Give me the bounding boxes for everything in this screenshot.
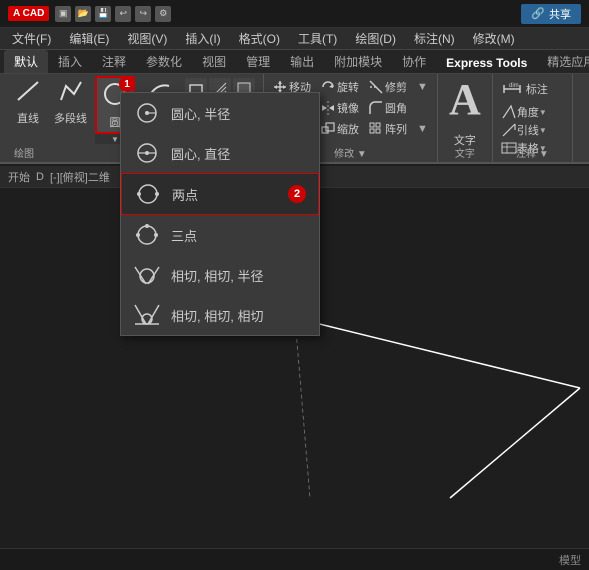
circle-ttr-icon: [133, 261, 161, 289]
app-logo: A CAD: [8, 6, 49, 21]
extra-icon[interactable]: ⚙: [155, 6, 171, 22]
circle-three-point-item[interactable]: 三点: [121, 215, 319, 255]
circle-three-point-label: 三点: [171, 226, 197, 245]
circle-ttr-item[interactable]: 相切, 相切, 半径: [121, 255, 319, 295]
dim-tool-btn[interactable]: dim 标注: [501, 78, 564, 100]
breadcrumb-view: [-][俯视]二维: [50, 169, 110, 185]
menu-draw[interactable]: 绘图(D): [347, 28, 404, 49]
scale-btn[interactable]: 缩放: [318, 120, 362, 138]
two-point-badge: 2: [288, 185, 306, 203]
tab-default[interactable]: 默认: [4, 50, 48, 73]
new-file-icon[interactable]: ▣: [55, 6, 71, 22]
circle-ttt-icon: [133, 301, 161, 329]
text-group: A 文字 文字: [438, 74, 493, 162]
dim-label: 标注: [526, 81, 548, 97]
tab-insert[interactable]: 插入: [48, 50, 92, 73]
title-bar-icons: ▣ 📂 💾 ↩ ↪ ⚙: [55, 6, 171, 22]
circle-three-point-icon: [133, 221, 161, 249]
svg-text:dim: dim: [509, 83, 519, 89]
annotation-group-label: 注释 ▼: [493, 145, 572, 160]
circle-ttr-label: 相切, 相切, 半径: [171, 266, 263, 285]
text-tool-btn[interactable]: A: [449, 78, 481, 122]
angle-btn[interactable]: 角度 ▼: [501, 104, 564, 120]
circle-ttt-label: 相切, 相切, 相切: [171, 306, 263, 325]
menu-modify[interactable]: 修改(M): [465, 28, 523, 49]
save-icon[interactable]: 💾: [95, 6, 111, 22]
status-model: 模型: [559, 552, 581, 568]
menu-view[interactable]: 视图(V): [119, 28, 175, 49]
annotation-group: dim 标注 角度 ▼ 引线 ▼ 表格 ▼ 注释 ▼: [493, 74, 573, 162]
tab-view[interactable]: 视图: [192, 50, 236, 73]
circle-center-diameter-label: 圆心, 直径: [171, 144, 230, 163]
mirror-btn[interactable]: 镜像: [318, 99, 362, 117]
array-btn[interactable]: 阵列: [366, 120, 410, 138]
polyline-tool[interactable]: 多段线: [48, 74, 93, 162]
redo-icon[interactable]: ↪: [135, 6, 151, 22]
circle-two-point-item[interactable]: 两点 2: [121, 173, 319, 215]
open-file-icon[interactable]: 📂: [75, 6, 91, 22]
tab-manage[interactable]: 管理: [236, 50, 280, 73]
line-label: 直线: [17, 110, 39, 126]
circle-center-radius-item[interactable]: 圆心, 半径: [121, 93, 319, 133]
circle-ttt-item[interactable]: 相切, 相切, 相切: [121, 295, 319, 335]
menu-insert[interactable]: 插入(I): [177, 28, 228, 49]
fillet-btn[interactable]: 圆角: [366, 99, 410, 117]
circle-dropdown-arrow: ▼: [111, 135, 119, 144]
circle-flyout-menu: 圆心, 半径 圆心, 直径 两点 2: [120, 92, 320, 336]
breadcrumb-sep: D: [36, 171, 44, 183]
more-btn-2[interactable]: ▼: [414, 120, 431, 138]
more-btn-1[interactable]: ▼: [414, 78, 431, 96]
ribbon-tabs: 默认 插入 注释 参数化 视图 管理 输出 附加模块 协作 Express To…: [0, 50, 589, 74]
menu-dimension[interactable]: 标注(N): [406, 28, 463, 49]
draw-group-label: 绘图: [14, 145, 34, 160]
trim-btn[interactable]: 修剪: [366, 78, 410, 96]
title-bar: A CAD ▣ 📂 💾 ↩ ↪ ⚙ 🔗 共享: [0, 0, 589, 28]
circle-two-point-label: 两点: [172, 185, 198, 204]
rotate-btn[interactable]: 旋转: [318, 78, 362, 96]
line-icon: [15, 78, 41, 108]
text-group-label: 文字: [438, 145, 492, 160]
tab-parametric[interactable]: 参数化: [136, 50, 192, 73]
menu-edit[interactable]: 编辑(E): [61, 28, 117, 49]
tab-output[interactable]: 输出: [280, 50, 324, 73]
status-bar: 模型: [0, 548, 589, 570]
circle-badge: 1: [119, 76, 135, 92]
menu-format[interactable]: 格式(O): [231, 28, 288, 49]
circle-center-radius-label: 圆心, 半径: [171, 104, 230, 123]
tab-addon[interactable]: 附加模块: [324, 50, 392, 73]
leader-btn[interactable]: 引线 ▼: [501, 122, 564, 138]
tab-collab[interactable]: 协作: [392, 50, 436, 73]
undo-icon[interactable]: ↩: [115, 6, 131, 22]
tab-express-tools[interactable]: Express Tools: [436, 53, 537, 73]
menu-file[interactable]: 文件(F): [4, 28, 59, 49]
angle-label: 角度: [517, 104, 539, 120]
menu-bar: 文件(F) 编辑(E) 视图(V) 插入(I) 格式(O) 工具(T) 绘图(D…: [0, 28, 589, 50]
polyline-label: 多段线: [54, 110, 87, 126]
tab-featured[interactable]: 精选应用: [537, 50, 589, 73]
circle-center-diameter-icon: [133, 139, 161, 167]
menu-tools[interactable]: 工具(T): [290, 28, 345, 49]
tab-annotation[interactable]: 注释: [92, 50, 136, 73]
circle-center-diameter-item[interactable]: 圆心, 直径: [121, 133, 319, 173]
share-button[interactable]: 🔗 共享: [521, 4, 581, 24]
circle-label: 圆: [110, 114, 121, 130]
circle-two-point-icon: [134, 180, 162, 208]
leader-label: 引线: [517, 122, 539, 138]
polyline-icon: [58, 78, 84, 108]
breadcrumb-start[interactable]: 开始: [8, 169, 30, 185]
circle-center-radius-icon: [133, 99, 161, 127]
